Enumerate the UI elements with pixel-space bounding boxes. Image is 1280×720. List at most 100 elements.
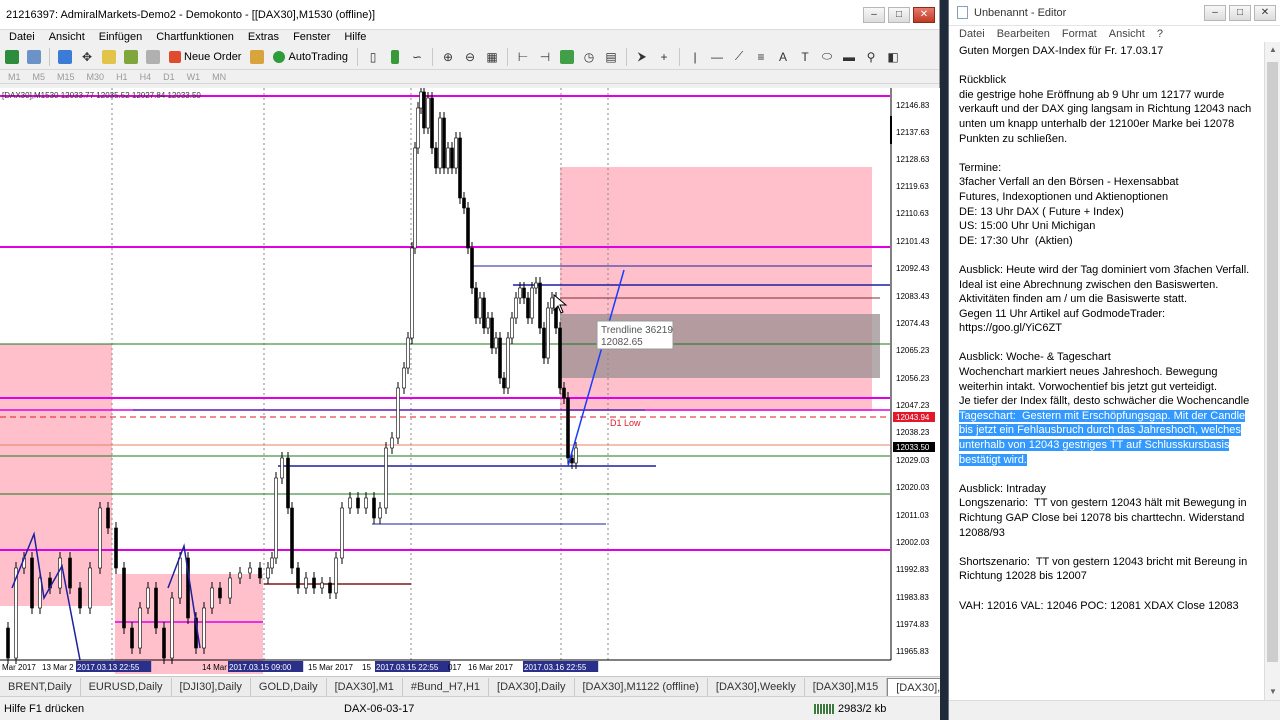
zoom-in-icon[interactable]: ⊕ [438,47,458,67]
tab-dax30-m1[interactable]: [DAX30],M1 [327,677,403,696]
notepad-text-area[interactable]: Guten Morgen DAX-Index für Fr. 17.03.17 … [949,42,1263,700]
menu-extras[interactable]: Extras [241,31,286,43]
timeframe-bar: M1 M5 M15 M30 H1 H4 D1 W1 MN [0,70,939,84]
text-tool-icon[interactable]: A [773,47,793,67]
np-menu-datei[interactable]: Datei [953,28,991,40]
tf-m15[interactable]: M15 [51,72,81,82]
crosshair-target-icon[interactable]: ✥ [77,47,97,67]
zoom-out-icon[interactable]: ⊖ [460,47,480,67]
trendline-icon[interactable]: ⟋ [729,47,749,67]
notepad-line: VAH: 12016 VAL: 12046 POC: 12081 XDAX Cl… [959,599,1239,612]
notepad-line: https://goo.gl/YiC6ZT [959,322,1062,335]
tf-h4[interactable]: H4 [134,72,158,82]
price-tick-label: 12029.03 [896,456,930,465]
market-watch-icon[interactable] [55,47,75,67]
candle-body [446,147,450,169]
close-button[interactable]: ✕ [913,6,935,23]
np-close-button[interactable]: ✕ [1254,4,1276,21]
candle-body [312,577,316,589]
crosshair-icon[interactable]: + [654,47,674,67]
np-minimize-button[interactable]: – [1204,4,1226,21]
price-chart[interactable]: Trendline 36219 12082.65 D1 Low [DAX30],… [0,88,940,676]
tab-dax30-daily[interactable]: [DAX30],Daily [489,677,575,696]
candle-body [296,567,300,589]
ellipse-icon[interactable]: ⬭ [817,47,837,67]
tf-h1[interactable]: H1 [110,72,134,82]
new-chart-icon[interactable] [2,47,22,67]
np-menu-bearbeiten[interactable]: Bearbeiten [991,28,1056,40]
tester-icon[interactable] [143,47,163,67]
bar-chart-icon[interactable]: ▯ [363,47,383,67]
tf-m30[interactable]: M30 [81,72,111,82]
terminal-icon[interactable] [121,47,141,67]
candle-body [88,567,92,609]
horizontal-line-icon[interactable]: — [707,47,727,67]
text-label-icon[interactable]: T [795,47,815,67]
tab-brent-daily[interactable]: BRENT,Daily [0,677,81,696]
tab-gold-daily[interactable]: GOLD,Daily [251,677,327,696]
line-chart-icon[interactable]: ∽ [407,47,427,67]
candle-body [450,147,454,169]
candle-body [266,567,270,579]
tab-dax30-m1122[interactable]: [DAX30],M1122 (offline) [575,677,708,696]
tab-dax30-m1530[interactable]: [DAX30],M1530 (off [887,677,940,696]
tab-bund-h1[interactable]: #Bund_H7,H1 [403,677,490,696]
menu-datei[interactable]: Datei [2,31,42,43]
restore-button[interactable]: □ [888,6,910,23]
menu-ansicht[interactable]: Ansicht [42,31,92,43]
np-menu-help[interactable]: ? [1151,28,1169,40]
menu-fenster[interactable]: Fenster [286,31,337,43]
chart-shift-icon[interactable]: ⊢ [513,47,533,67]
price-tick-label: 12110.63 [896,209,929,218]
fibonacci-icon[interactable]: ≡ [751,47,771,67]
vertical-line-icon[interactable]: | [685,47,705,67]
np-menu-ansicht[interactable]: Ansicht [1103,28,1151,40]
mt4-menubar: Datei Ansicht Einfügen Chartfunktionen E… [0,30,939,44]
menu-einfuegen[interactable]: Einfügen [92,31,149,43]
chart-canvas[interactable]: Trendline 36219 12082.65 D1 Low [DAX30],… [0,88,940,676]
tf-mn[interactable]: MN [206,72,232,82]
indicators-icon[interactable] [557,47,577,67]
tf-m5[interactable]: M5 [27,72,52,82]
search-icon[interactable]: ⚲ [861,47,881,67]
rectangle-icon[interactable]: ▬ [839,47,859,67]
scroll-down-icon[interactable]: ▼ [1265,684,1280,700]
new-order-button[interactable]: Neue Order [165,47,245,67]
tile-windows-icon[interactable]: ▦ [482,47,502,67]
candlestick-icon[interactable] [385,47,405,67]
profiles-icon[interactable] [24,47,44,67]
autoscroll-icon[interactable]: ⊣ [535,47,555,67]
candle-body [434,147,438,169]
time-tick-label: 13 Mar 2 [42,663,74,672]
notepad-scrollbar[interactable]: ▲ ▼ [1264,42,1280,700]
notepad-line: US: 15:00 Uhr Uni Michigan [959,220,1096,233]
tf-d1[interactable]: D1 [157,72,181,82]
metaeditor-icon[interactable] [247,47,267,67]
tab-dax30-m15[interactable]: [DAX30],M15 [805,677,888,696]
candle-body [290,507,294,569]
tab-dji30-daily[interactable]: [DJI30],Daily [172,677,251,696]
navigator-icon[interactable] [99,47,119,67]
tf-m1[interactable]: M1 [2,72,27,82]
tab-eurusd-daily[interactable]: EURUSD,Daily [81,677,172,696]
tf-w1[interactable]: W1 [181,72,207,82]
templates-icon[interactable]: ▤ [601,47,621,67]
np-maximize-button[interactable]: □ [1229,4,1251,21]
tab-dax30-weekly[interactable]: [DAX30],Weekly [708,677,805,696]
trendline-value: 12082.65 [601,337,643,348]
candle-body [280,457,284,479]
menu-hilfe[interactable]: Hilfe [337,31,373,43]
scroll-thumb[interactable] [1267,62,1278,662]
np-menu-format[interactable]: Format [1056,28,1103,40]
autotrading-button[interactable]: AutoTrading [269,47,352,67]
cursor-icon[interactable]: ⮞ [632,47,652,67]
shapes-icon[interactable]: ◧ [883,47,903,67]
price-tick-label: 12074.43 [896,319,930,328]
candle-body [114,527,118,569]
scroll-up-icon[interactable]: ▲ [1265,42,1280,58]
candle-body [270,557,274,569]
minimize-button[interactable]: – [863,6,885,23]
menu-chartfunktionen[interactable]: Chartfunktionen [149,31,241,43]
candle-body [162,627,166,659]
periods-icon[interactable]: ◷ [579,47,599,67]
